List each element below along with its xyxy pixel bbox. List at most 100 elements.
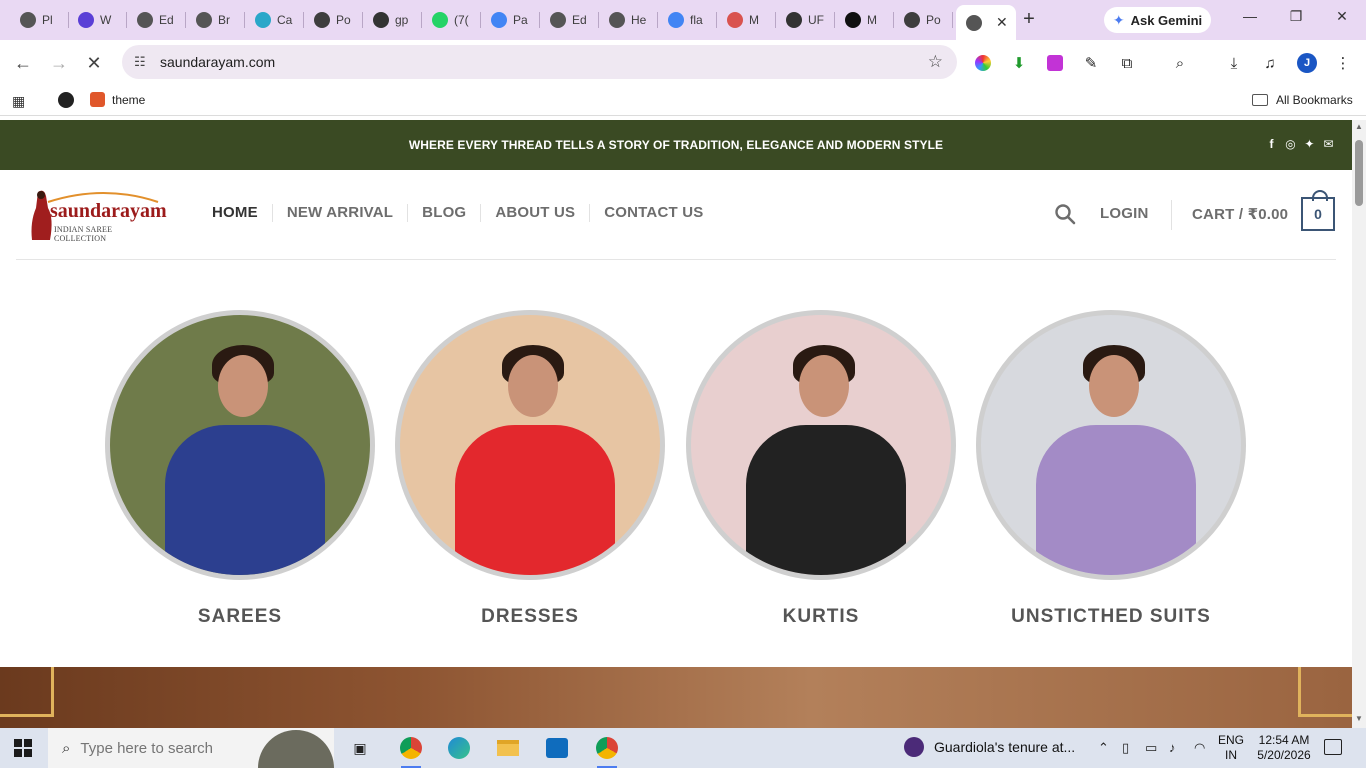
battery-icon[interactable]: ▭	[1145, 740, 1157, 756]
category-label[interactable]: KURTIS	[686, 606, 956, 628]
tab-6[interactable]: gp	[363, 8, 422, 32]
eyedropper-extension-icon[interactable]: ✎	[1081, 53, 1101, 73]
chrome-icon[interactable]	[593, 734, 621, 768]
url-input[interactable]	[160, 54, 900, 70]
nav-home[interactable]: HOME	[212, 204, 272, 222]
nav-new-arrival[interactable]: NEW ARRIVAL	[271, 204, 407, 222]
tab-13[interactable]: UF	[776, 8, 835, 32]
tab-0[interactable]: Pl	[10, 8, 69, 32]
tab-1[interactable]: W	[68, 8, 127, 32]
news-widget[interactable]: Guardiola's tenure at...	[904, 737, 1075, 757]
tab-3[interactable]: Br	[186, 8, 245, 32]
twitter-icon[interactable]: ✦	[1304, 137, 1315, 151]
restore-icon[interactable]: ❐	[1284, 8, 1308, 25]
clock-date: 5/20/2026	[1257, 748, 1311, 762]
close-tab-icon[interactable]: ✕	[996, 14, 1008, 31]
new-tab-button[interactable]: +	[1019, 8, 1039, 30]
tab-9[interactable]: Ed	[540, 8, 599, 32]
tab-5[interactable]: Po	[304, 8, 363, 32]
task-view-icon[interactable]: ▣	[346, 734, 374, 762]
notification-icon[interactable]	[1324, 739, 1342, 755]
scroll-down-icon[interactable]: ▼	[1355, 714, 1363, 723]
cart-count-badge[interactable]: 0	[1301, 190, 1335, 231]
search-icon[interactable]	[1054, 203, 1076, 225]
close-window-icon[interactable]: ✕	[1330, 8, 1354, 25]
windows-start-icon[interactable]	[14, 739, 32, 757]
scrollbar-thumb[interactable]	[1355, 140, 1363, 206]
system-clock[interactable]: 12:54 AM 5/20/2026	[1254, 733, 1314, 763]
tab-search-icon[interactable]: ⌕	[1170, 53, 1190, 73]
bookmark-theme-label: theme	[112, 92, 146, 107]
volume-icon[interactable]: ♪	[1169, 740, 1176, 755]
category-label[interactable]: UNSTICTHED SUITS	[976, 606, 1246, 628]
bookmark-star-icon[interactable]: ☆	[928, 52, 943, 72]
tab-14[interactable]: M	[835, 8, 894, 32]
chrome-profile-icon[interactable]	[397, 734, 425, 768]
category-label[interactable]: DRESSES	[395, 606, 665, 628]
device-icon[interactable]: ▯	[1122, 740, 1129, 756]
apps-grid-icon[interactable]: ▦	[12, 93, 25, 110]
category-unstitched-suits[interactable]: UNSTICTHED SUITS	[976, 310, 1246, 628]
cart-link[interactable]: CART / ₹0.00	[1192, 205, 1288, 223]
clock-time: 12:54 AM	[1258, 733, 1310, 747]
tab-4[interactable]: Ca	[245, 8, 304, 32]
scroll-up-icon[interactable]: ▲	[1355, 122, 1363, 131]
facebook-icon[interactable]: f	[1266, 137, 1277, 151]
globe-icon	[20, 12, 36, 28]
category-image-dresses[interactable]	[395, 310, 665, 580]
tab-label: Pa	[513, 13, 528, 27]
file-explorer-icon[interactable]	[494, 734, 522, 762]
category-sarees[interactable]: SAREES	[105, 310, 375, 628]
tab-8[interactable]: Pa	[481, 8, 540, 32]
email-icon[interactable]: ✉	[1323, 137, 1334, 151]
tab-active[interactable]: ✕	[956, 5, 1016, 40]
news-headline: Guardiola's tenure at...	[934, 739, 1076, 755]
tray-chevron-up-icon[interactable]: ⌃	[1098, 740, 1109, 756]
bookmark-theme[interactable]: theme	[90, 92, 145, 107]
site-info-icon[interactable]: ☷	[134, 54, 150, 70]
tab-11[interactable]: fla	[658, 8, 717, 32]
category-kurtis[interactable]: KURTIS	[686, 310, 956, 628]
category-dresses[interactable]: DRESSES	[395, 310, 665, 628]
taskbar-search[interactable]: ⌕	[48, 728, 334, 768]
tab-12[interactable]: M	[717, 8, 776, 32]
address-toolbar: ← → ✕ ☷ ☆ ⬇ ✎ ⧉ ⌕ ⤓ ♫ J ⋮	[0, 40, 1366, 86]
extensions-puzzle-icon[interactable]: ⧉	[1117, 53, 1137, 73]
menu-kebab-icon[interactable]: ⋮	[1333, 53, 1353, 73]
language-indicator[interactable]: ENG IN	[1218, 733, 1244, 763]
edge-icon[interactable]	[445, 734, 473, 762]
tab-7[interactable]: (7(	[422, 8, 481, 32]
instagram-icon[interactable]: ◎	[1285, 137, 1296, 151]
ask-gemini-button[interactable]: ✦ Ask Gemini	[1104, 7, 1211, 33]
downloads-icon[interactable]: ⤓	[1224, 53, 1244, 73]
tab-2[interactable]: Ed	[127, 8, 186, 32]
minimize-icon[interactable]: —	[1238, 8, 1262, 24]
download-arrow-extension-icon[interactable]: ⬇	[1009, 53, 1029, 73]
tab-10[interactable]: He	[599, 8, 658, 32]
media-controls-icon[interactable]: ♫	[1260, 53, 1280, 73]
site-logo[interactable]: saundarayam INDIAN SAREE COLLECTION	[24, 188, 167, 244]
nav-contact-us[interactable]: CONTACT US	[589, 204, 717, 222]
color-picker-extension-icon[interactable]	[973, 53, 993, 73]
header-divider	[1171, 200, 1172, 230]
omnibox[interactable]: ☷ ☆	[122, 45, 957, 79]
category-image-unstitched-suits[interactable]	[976, 310, 1246, 580]
category-image-sarees[interactable]	[105, 310, 375, 580]
profile-avatar[interactable]: J	[1297, 53, 1317, 73]
taskbar-search-input[interactable]	[80, 739, 251, 757]
forward-arrow-icon[interactable]: →	[48, 52, 70, 74]
downloader-extension-icon[interactable]	[1045, 53, 1065, 73]
outlook-icon[interactable]	[543, 734, 571, 762]
globe-icon[interactable]	[58, 92, 74, 108]
category-label[interactable]: SAREES	[105, 606, 375, 628]
all-bookmarks-button[interactable]: All Bookmarks	[1252, 93, 1353, 107]
page-scrollbar[interactable]: ▲ ▼	[1352, 120, 1366, 728]
nav-about-us[interactable]: ABOUT US	[480, 204, 589, 222]
nav-blog[interactable]: BLOG	[407, 204, 480, 222]
back-arrow-icon[interactable]: ←	[12, 52, 34, 74]
stop-loading-icon[interactable]: ✕	[83, 52, 105, 74]
wifi-icon[interactable]: ◠	[1194, 740, 1205, 756]
category-image-kurtis[interactable]	[686, 310, 956, 580]
login-link[interactable]: LOGIN	[1100, 205, 1149, 222]
tab-15[interactable]: Po	[894, 8, 953, 32]
